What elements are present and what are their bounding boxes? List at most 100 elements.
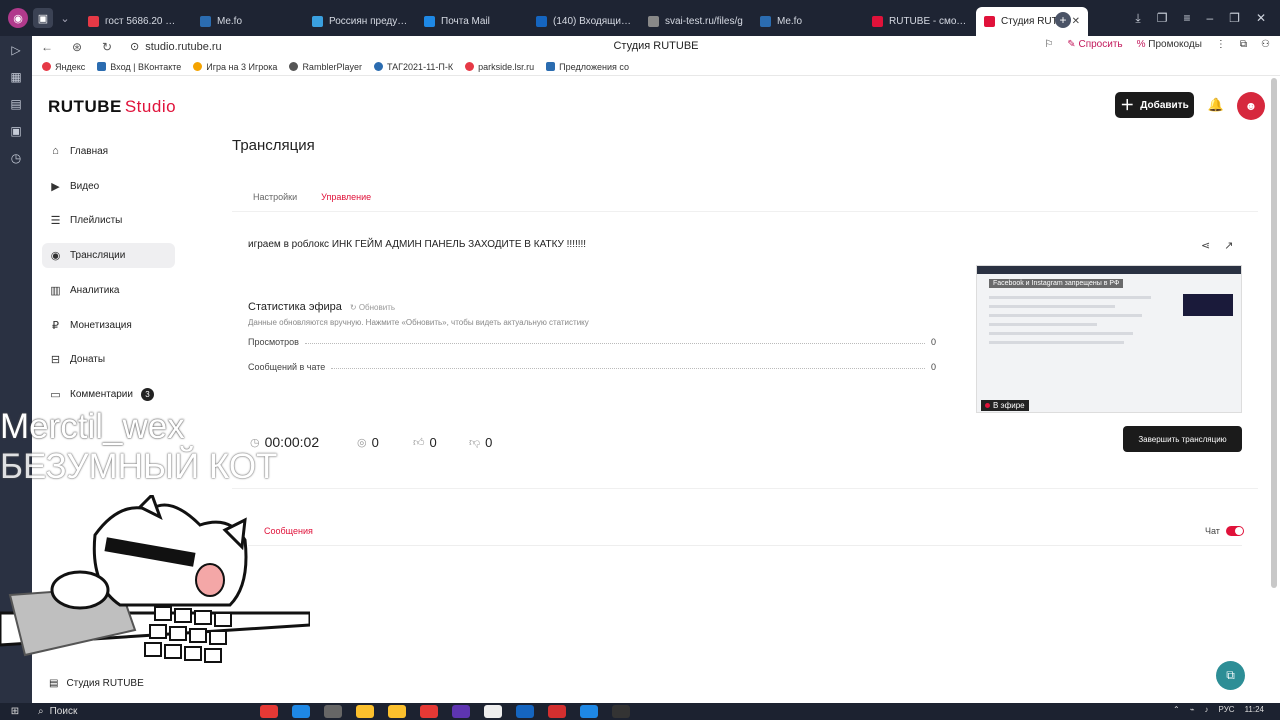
outlook-app-icon[interactable]	[516, 705, 534, 718]
bookmark-item[interactable]: parkside.lsr.ru	[465, 62, 534, 72]
metric-dislikes: 👎︎ 0	[469, 435, 525, 450]
avatar[interactable]: ☻	[1237, 92, 1265, 120]
browser-menu-icon[interactable]: ◉	[8, 8, 28, 28]
language-indicator[interactable]: РУС	[1219, 705, 1235, 714]
browser-tab[interactable]: Me.fo	[192, 7, 304, 36]
notifications-bell-icon[interactable]: 🔔	[1207, 97, 1225, 115]
beeline-app-icon[interactable]	[356, 705, 374, 718]
close-tab-icon[interactable]: ✕	[1072, 16, 1080, 27]
more-icon[interactable]: ⋮	[1216, 39, 1226, 50]
stat-value: 0	[930, 337, 936, 347]
promo-button[interactable]: % Промокоды	[1137, 39, 1202, 50]
stat-leader	[331, 368, 925, 369]
volume-icon[interactable]: ♪	[1205, 705, 1209, 714]
bookmark-item[interactable]: Яндекс	[42, 62, 85, 72]
image-icon[interactable]: ▦	[0, 63, 32, 90]
url-text: studio.rutube.ru	[145, 40, 222, 53]
network-icon[interactable]: ⌁	[1190, 705, 1195, 714]
profile-icon[interactable]: ⚇	[1261, 39, 1270, 50]
menu-icon[interactable]: ≡	[1183, 11, 1190, 25]
browser-tab[interactable]: Me.fo	[752, 7, 864, 36]
sidebar-item-playlists[interactable]: ☰ Плейлисты	[42, 203, 175, 238]
tab-settings[interactable]: Настройки	[253, 192, 297, 202]
browser-tab[interactable]: гост 5686.20 — Янд	[80, 7, 192, 36]
download-icon[interactable]: ⤓	[1135, 11, 1140, 26]
dislikes-value: 0	[485, 434, 493, 450]
sidebar-item-donations[interactable]: ⊟ Донаты	[42, 342, 175, 377]
sidebar-item-video[interactable]: ▶ Видео	[42, 169, 175, 204]
maximize-icon[interactable]: ❐	[1229, 11, 1240, 25]
external-link-icon[interactable]: ↗	[1224, 239, 1233, 252]
support-chat-button[interactable]: ⧉	[1216, 661, 1245, 690]
tab-favicon-icon	[984, 16, 995, 27]
bookmark-item[interactable]: RamblerPlayer	[289, 62, 362, 72]
tabs-dropdown-icon[interactable]: ⌄	[55, 8, 75, 28]
yandex-browser-app-icon[interactable]	[484, 705, 502, 718]
tray-chevron-icon[interactable]: ⌃	[1173, 705, 1180, 714]
chat-toggle[interactable]: Чат	[1205, 526, 1244, 536]
obs-app-icon[interactable]	[612, 705, 630, 718]
new-tab-icon[interactable]: +	[1055, 12, 1071, 28]
bookmark-item[interactable]: Вход | ВКонтакте	[97, 62, 181, 72]
settings-app-icon[interactable]	[324, 705, 342, 718]
explorer-app-icon[interactable]	[388, 705, 406, 718]
bookmark-icon[interactable]: ⚐	[1044, 39, 1053, 50]
extensions-icon[interactable]: ⊛	[62, 40, 92, 54]
bookmark-item[interactable]: ТАГ2021-11-П-К	[373, 62, 453, 72]
bookmark-favicon-icon	[546, 62, 556, 71]
yandex-app-icon[interactable]	[420, 705, 438, 718]
game-app-icon[interactable]	[452, 705, 470, 718]
stream-preview[interactable]: Facebook и Instagram запрещены в РФ В эф…	[976, 265, 1242, 413]
url-field[interactable]: ⊙ studio.rutube.ru	[130, 40, 222, 54]
calendar-app-icon[interactable]	[260, 705, 278, 718]
chat-switch[interactable]	[1225, 526, 1244, 536]
bookmark-item[interactable]: Игра на 3 Игрока	[193, 62, 277, 72]
site-info-icon[interactable]: ⊙	[130, 40, 139, 53]
extension-icon[interactable]: ⧉	[1240, 39, 1247, 50]
word-app-icon[interactable]	[580, 705, 598, 718]
edge-app-icon[interactable]	[292, 705, 310, 718]
collections-icon[interactable]: ❐	[1157, 11, 1168, 25]
browser-tab[interactable]: Россиян предупре	[304, 7, 416, 36]
taskbar-search[interactable]: ⌕ Поиск	[30, 706, 210, 717]
page-scrollbar[interactable]	[1271, 78, 1277, 588]
ask-label: Спросить	[1078, 39, 1123, 50]
rutube-studio-logo[interactable]: RUTUBE Studio	[48, 97, 176, 117]
sidebar-item-studio[interactable]: ▤ Студия RUTUBE	[49, 678, 144, 689]
tab-strip: гост 5686.20 — Янд Me.fo Россиян предупр…	[80, 7, 1088, 36]
browser-tab[interactable]: svai-test.ru/files/g	[640, 7, 752, 36]
share-icon[interactable]: ⋖	[1201, 239, 1210, 252]
stream-overlay-name: Merctil_wex	[0, 407, 185, 446]
sidebar-item-label: Трансляции	[70, 250, 126, 262]
minimize-icon[interactable]: –	[1206, 11, 1213, 25]
sidebar-toggle-icon[interactable]: ▣	[33, 8, 53, 28]
close-window-icon[interactable]: ✕	[1256, 11, 1266, 25]
sidebar-item-monetization[interactable]: ₽ Монетизация	[42, 308, 175, 343]
likes-value: 0	[429, 434, 437, 450]
add-button[interactable]: ＋ Добавить	[1115, 92, 1194, 118]
sidebar-item-analytics[interactable]: ▥ Аналитика	[42, 273, 175, 308]
browser-tab-active[interactable]: Студия RUTU ✕	[976, 7, 1088, 36]
ask-button[interactable]: ✎ Спросить	[1067, 39, 1122, 50]
browser-tab-bar: ◉ ▣ ⌄ гост 5686.20 — Янд Me.fo Россиян п…	[0, 0, 1280, 36]
end-broadcast-button[interactable]: Завершить трансляцию	[1123, 426, 1242, 452]
bookmark-item[interactable]: Предложения со	[546, 62, 629, 72]
sidebar-item-label: Аналитика	[70, 284, 120, 296]
live-label: В эфире	[993, 401, 1025, 410]
refresh-button[interactable]: ↻ Обновить	[350, 303, 395, 312]
messenger-icon[interactable]: ▣	[0, 117, 32, 144]
mail-icon[interactable]: ▤	[0, 90, 32, 117]
browser-tab[interactable]: (140) Входящие - П	[528, 7, 640, 36]
windows-start-icon[interactable]: ⊞	[0, 706, 30, 717]
play-icon[interactable]: ▷	[0, 36, 32, 63]
browser-tab[interactable]: Почта Mail	[416, 7, 528, 36]
opera-app-icon[interactable]	[548, 705, 566, 718]
back-icon[interactable]: ←	[32, 40, 62, 54]
reload-icon[interactable]: ↻	[92, 40, 122, 54]
sidebar-item-home[interactable]: ⌂ Главная	[42, 134, 175, 169]
clock[interactable]: 11:24	[1245, 705, 1264, 714]
tab-management[interactable]: Управление	[321, 192, 371, 202]
history-icon[interactable]: ◷	[0, 144, 32, 171]
browser-tab[interactable]: RUTUBE - смотрит	[864, 7, 976, 36]
sidebar-item-broadcasts[interactable]: ◉ Трансляции	[42, 243, 175, 269]
